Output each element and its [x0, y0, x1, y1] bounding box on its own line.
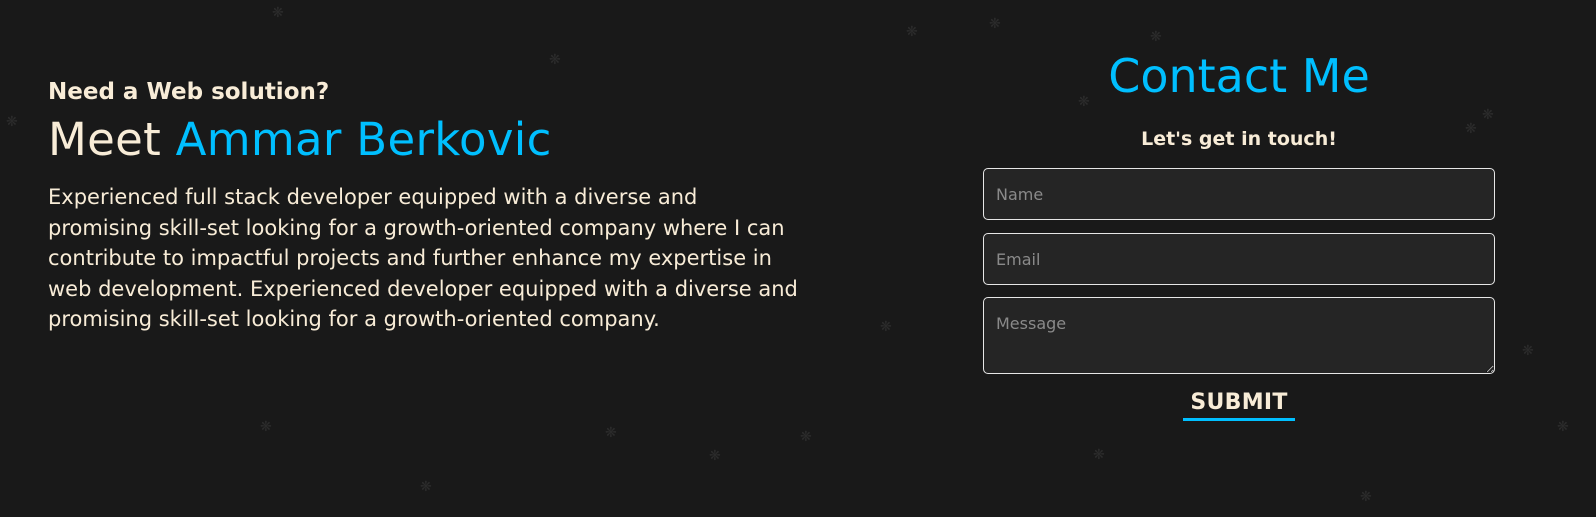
- snowflake-icon: ❋: [906, 24, 918, 40]
- snowflake-icon: ❋: [549, 52, 561, 68]
- email-input[interactable]: [983, 233, 1495, 285]
- contact-subtitle: Let's get in touch!: [1141, 128, 1337, 150]
- submit-button[interactable]: SUBMIT: [1183, 390, 1295, 421]
- name-input[interactable]: [983, 168, 1495, 220]
- contact-form: SUBMIT: [983, 168, 1495, 421]
- snowflake-icon: ❋: [1360, 489, 1372, 505]
- snowflake-icon: ❋: [260, 419, 272, 435]
- intro-section: Need a Web solution? Meet Ammar Berkovic…: [48, 76, 818, 335]
- snowflake-icon: ❋: [1557, 419, 1569, 435]
- page: ❋ ❋ ❋ ❋ ❋ ❋ ❋ ❋ ❋ ❋ ❋ ❋ ❋ ❋ ❋ ❋ ❋ ❋ ❋ ❋ …: [0, 0, 1596, 517]
- intro-headline: Meet Ammar Berkovic: [48, 112, 818, 168]
- snowflake-icon: ❋: [1093, 447, 1105, 463]
- message-textarea[interactable]: [983, 297, 1495, 374]
- contact-title: Contact Me: [1108, 49, 1370, 103]
- submit-wrap: SUBMIT: [983, 390, 1495, 421]
- snowflake-icon: ❋: [800, 429, 812, 445]
- snowflake-icon: ❋: [6, 114, 18, 130]
- intro-bio: Experienced full stack developer equippe…: [48, 185, 798, 331]
- snowflake-icon: ❋: [989, 16, 1001, 32]
- snowflake-icon: ❋: [420, 479, 432, 495]
- headline-prefix: Meet: [48, 113, 162, 166]
- headline-name: Ammar Berkovic: [175, 113, 552, 166]
- snowflake-icon: ❋: [880, 319, 892, 335]
- contact-section: Contact Me Let's get in touch! SUBMIT: [983, 46, 1495, 421]
- snowflake-icon: ❋: [1150, 29, 1162, 45]
- snowflake-icon: ❋: [709, 448, 721, 464]
- snowflake-icon: ❋: [605, 425, 617, 441]
- snowflake-icon: ❋: [272, 5, 284, 21]
- intro-kicker: Need a Web solution?: [48, 79, 330, 105]
- snowflake-icon: ❋: [1522, 343, 1534, 359]
